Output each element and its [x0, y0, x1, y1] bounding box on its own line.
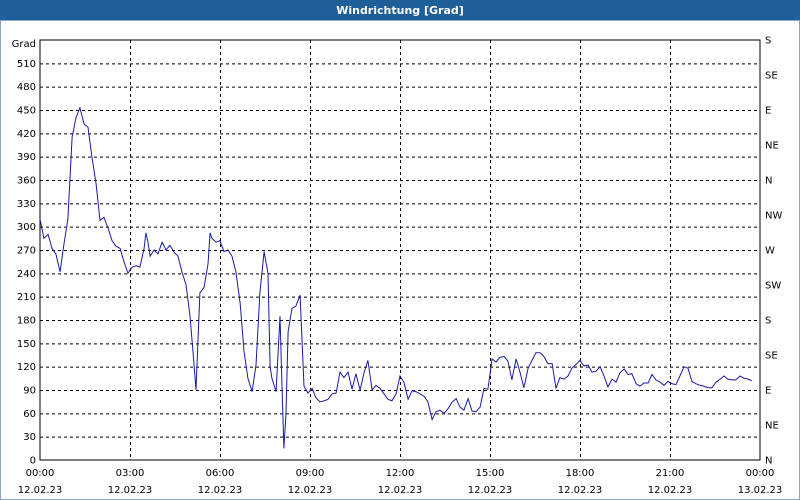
right-tick-label: N [765, 176, 772, 187]
x-tick: 18:00 12.02.23 [558, 468, 603, 496]
wind-direction-chart: 0 30 60 90 120 150 180 210 240 270 300 330 360 390 420… [12, 36, 783, 497]
y-axis-ticks: 0 30 60 90 120 150 180 210 240 270 300 330 360 390 420… [17, 59, 36, 467]
right-tick-label: S [765, 316, 771, 327]
right-tick-label: NE [765, 141, 779, 152]
right-axis-ticks: N NE E SE S SW W NW N NE E SE S [765, 36, 782, 467]
series-line-wind-direction [39, 106, 753, 449]
x-tick: 09:00 12.02.23 [288, 468, 333, 496]
right-tick-label: E [765, 106, 771, 117]
x-tick-date: 12.02.23 [558, 485, 603, 496]
right-tick-label: SE [765, 351, 778, 362]
y-axis-label: Grad [12, 39, 36, 50]
y-tick-label: 120 [17, 362, 36, 373]
x-tick-time: 00:00 [746, 468, 775, 479]
y-tick-label: 420 [17, 129, 36, 140]
x-tick: 03:00 12.02.23 [108, 468, 153, 496]
y-tick-label: 360 [17, 176, 36, 187]
y-tick-label: 300 [17, 222, 36, 233]
x-tick-date: 13.02.23 [738, 485, 783, 496]
x-tick: 15:00 12.02.23 [468, 468, 513, 496]
y-tick-label: 210 [17, 292, 36, 303]
x-tick: 00:00 12.02.23 [18, 468, 63, 496]
x-tick-time: 15:00 [476, 468, 505, 479]
x-tick-time: 06:00 [206, 468, 235, 479]
x-tick: 06:00 12.02.23 [198, 468, 243, 496]
y-tick-label: 90 [23, 386, 36, 397]
grid-lines [40, 40, 760, 460]
x-axis-ticks: 00:0012.02.2303:0012.02.2306:0012.02.230… [18, 468, 783, 496]
y-tick-label: 0 [30, 456, 36, 467]
x-tick-time: 09:00 [296, 468, 325, 479]
y-tick-label: 270 [17, 246, 36, 257]
x-tick-date: 12.02.23 [288, 485, 333, 496]
right-tick-label: E [765, 386, 771, 397]
y-tick-label: 60 [23, 409, 36, 420]
x-tick: 21:00 12.02.23 [648, 468, 693, 496]
right-tick-label: SE [765, 71, 778, 82]
right-tick-label: NW [765, 211, 782, 222]
x-tick-date: 12.02.23 [378, 485, 423, 496]
x-tick-date: 12.02.23 [468, 485, 513, 496]
right-tick-label: N [765, 456, 772, 467]
y-tick-label: 450 [17, 106, 36, 117]
y-tick-label: 390 [17, 152, 36, 163]
y-tick-label: 150 [17, 339, 36, 350]
right-tick-label: SW [765, 281, 781, 292]
y-tick-label: 480 [17, 82, 36, 93]
y-tick-label: 510 [17, 59, 36, 70]
x-tick-time: 18:00 [566, 468, 595, 479]
x-tick-time: 03:00 [116, 468, 145, 479]
x-tick-date: 12.02.23 [648, 485, 693, 496]
x-tick-time: 00:00 [26, 468, 55, 479]
x-tick-time: 21:00 [656, 468, 685, 479]
right-tick-label: S [765, 36, 771, 47]
x-tick: 12:00 12.02.23 [378, 468, 423, 496]
y-tick-label: 30 [23, 432, 36, 443]
y-tick-label: 330 [17, 199, 36, 210]
x-tick-time: 12:00 [386, 468, 415, 479]
x-tick-date: 12.02.23 [198, 485, 243, 496]
x-tick-date: 12.02.23 [18, 485, 63, 496]
right-tick-label: W [765, 246, 775, 257]
right-tick-label: NE [765, 421, 779, 432]
x-tick: 00:00 13.02.23 [738, 468, 783, 496]
y-tick-label: 180 [17, 316, 36, 327]
x-tick-date: 12.02.23 [108, 485, 153, 496]
y-tick-label: 240 [17, 269, 36, 280]
